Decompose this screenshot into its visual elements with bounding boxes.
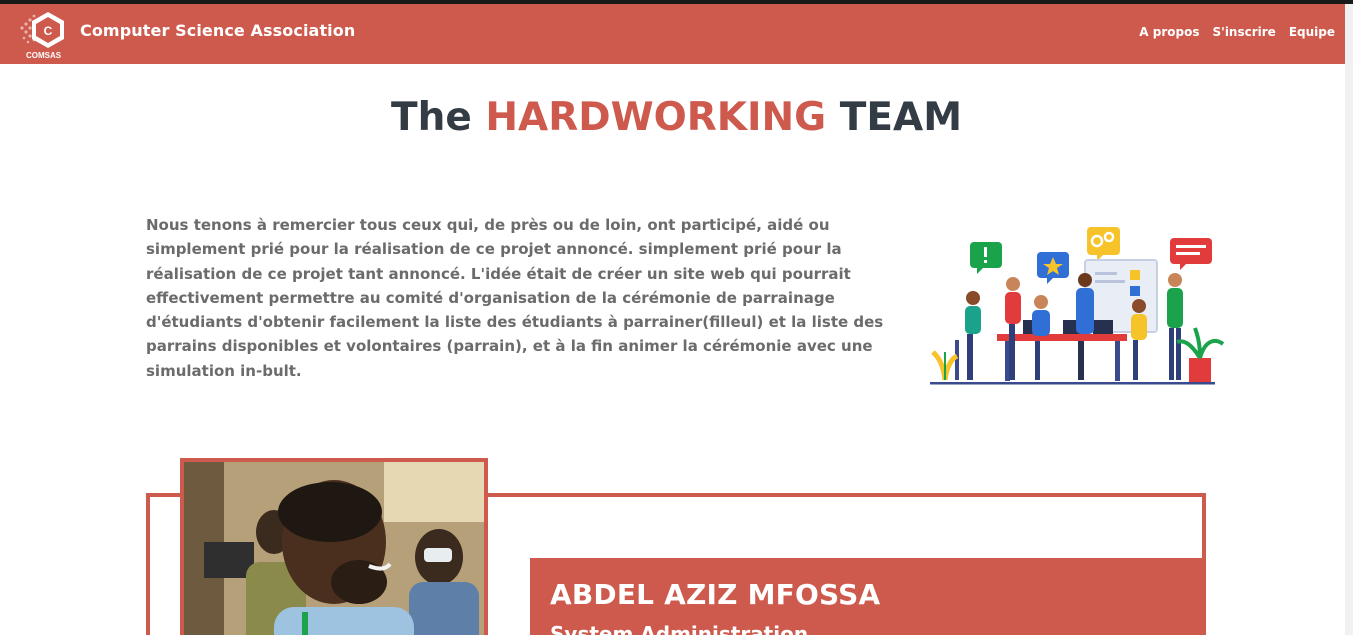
nav-link-equipe[interactable]: Equipe	[1289, 25, 1335, 39]
profile-card: ABDEL AZIZ MFOSSA System Administration	[530, 558, 1202, 635]
logo-text: COMSAS	[26, 51, 62, 60]
profile-photo	[180, 458, 488, 635]
title-suffix: TEAM	[826, 95, 963, 140]
nav-link-sinscrire[interactable]: S'inscrire	[1213, 25, 1276, 39]
team-meeting-illustration	[925, 222, 1225, 390]
nav-links: A propos S'inscrire Equipe	[1139, 25, 1335, 39]
comsas-logo[interactable]: C COMSAS	[16, 8, 72, 62]
title-accent: HARDWORKING	[485, 95, 827, 140]
page-title: The HARDWORKING TEAM	[0, 95, 1353, 140]
brand-title[interactable]: Computer Science Association	[80, 21, 355, 40]
nav-link-a-propos[interactable]: A propos	[1139, 25, 1199, 39]
svg-text:C: C	[44, 24, 53, 38]
navbar: C COMSAS Computer Science Association A …	[0, 4, 1345, 64]
profile-role: System Administration	[550, 622, 809, 635]
title-prefix: The	[390, 95, 486, 140]
intro-paragraph: Nous tenons à remercier tous ceux qui, d…	[146, 216, 884, 380]
profile-name: ABDEL AZIZ MFOSSA	[550, 578, 881, 611]
